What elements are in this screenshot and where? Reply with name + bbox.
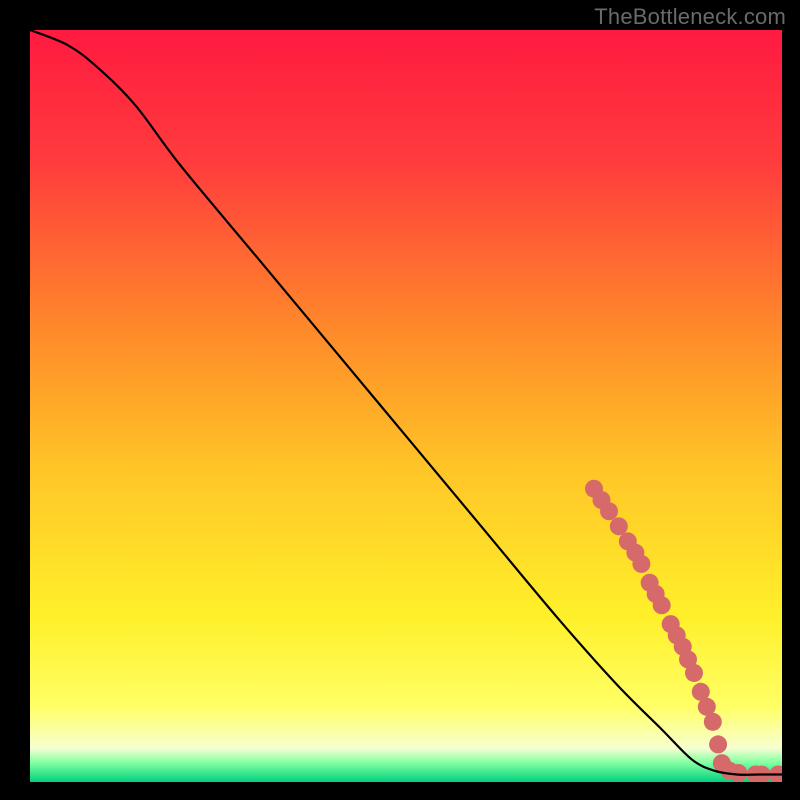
data-point [709, 735, 727, 753]
data-point [610, 517, 628, 535]
bottleneck-curve [30, 30, 782, 775]
data-point [685, 664, 703, 682]
plot-area [30, 30, 782, 782]
chart-svg [30, 30, 782, 782]
watermark-text: TheBottleneck.com [594, 4, 786, 30]
data-point [704, 713, 722, 731]
chart-container: TheBottleneck.com [0, 0, 800, 800]
data-point [653, 596, 671, 614]
data-point [600, 502, 618, 520]
data-markers [585, 480, 782, 782]
data-point [632, 555, 650, 573]
